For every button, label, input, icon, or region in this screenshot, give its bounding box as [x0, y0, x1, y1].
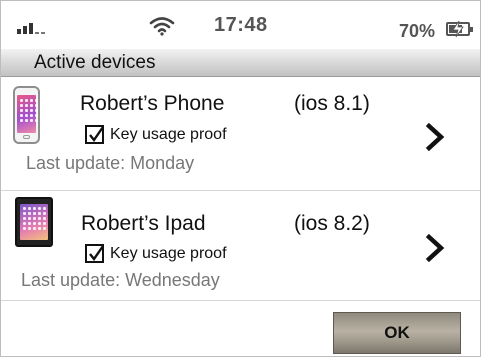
checkmark-icon	[89, 126, 104, 143]
chevron-right-icon[interactable]	[425, 234, 445, 262]
battery-percent: 70%	[399, 21, 436, 41]
ok-button[interactable]: OK	[333, 312, 461, 354]
status-bar: 17:48 70%	[1, 1, 480, 49]
key-usage-checkbox[interactable]	[85, 244, 104, 263]
wifi-icon	[149, 17, 175, 36]
last-update-text: Last update: Wednesday	[21, 270, 220, 290]
key-usage-label: Key usage proof	[110, 244, 227, 262]
device-row-phone[interactable]: Robert’s Phone (ios 8.1) Key usage proof…	[1, 81, 480, 191]
ipad-icon	[15, 197, 53, 247]
device-os-version: (ios 8.1)	[294, 92, 370, 115]
key-usage-proof-toggle[interactable]: Key usage proof	[85, 244, 227, 263]
status-time: 17:48	[214, 14, 268, 36]
charging-bolt-icon	[452, 20, 464, 38]
device-os-version: (ios 8.2)	[294, 212, 370, 235]
app-screen: 17:48 70% Active devices Robert’s Phone …	[0, 0, 481, 357]
section-title: Active devices	[34, 52, 156, 73]
key-usage-checkbox[interactable]	[85, 125, 104, 144]
signal-bars-icon	[17, 23, 45, 34]
iphone-icon	[13, 86, 40, 144]
device-row-ipad[interactable]: Robert’s Ipad (ios 8.2) Key usage proof …	[1, 191, 480, 301]
chevron-right-icon[interactable]	[425, 123, 445, 151]
key-usage-proof-toggle[interactable]: Key usage proof	[85, 125, 227, 144]
device-name: Robert’s Ipad	[81, 212, 206, 235]
last-update-text: Last update: Monday	[26, 153, 195, 173]
section-header: Active devices	[1, 49, 480, 77]
device-name: Robert’s Phone	[80, 92, 225, 115]
key-usage-label: Key usage proof	[110, 125, 227, 143]
checkmark-icon	[89, 245, 104, 262]
